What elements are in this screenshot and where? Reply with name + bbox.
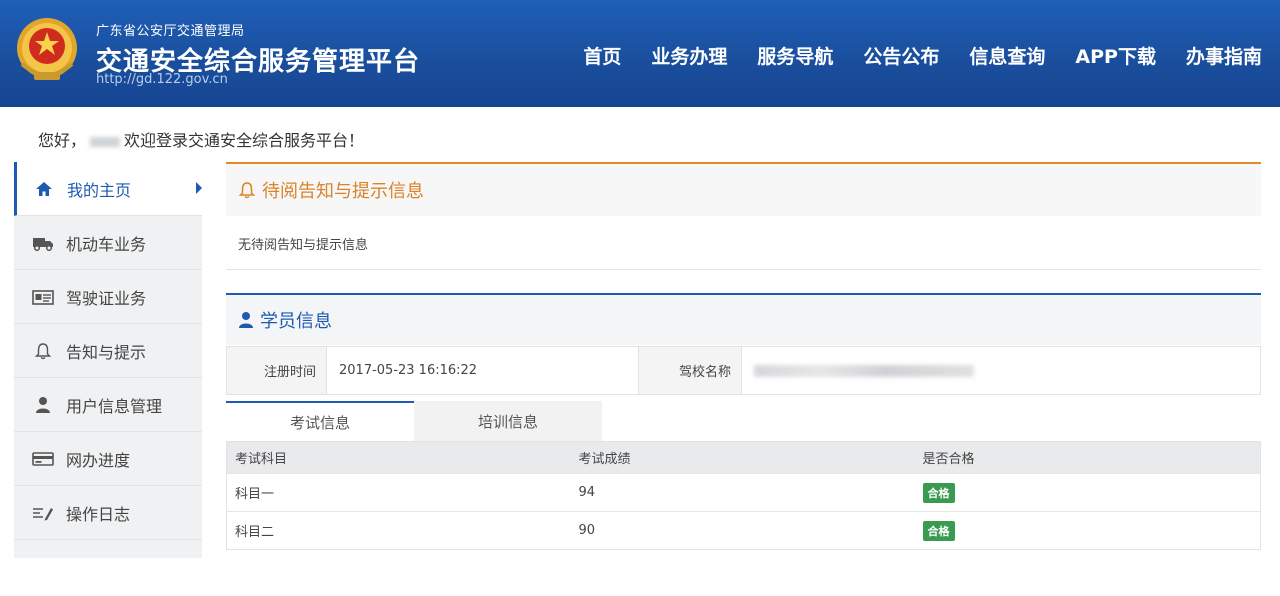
user-icon [239,312,253,328]
home-icon [33,180,55,198]
school-label: 驾校名称 [639,347,742,394]
license-card-icon [32,288,54,306]
reg-time-label: 注册时间 [227,347,327,394]
exam-score: 90 [570,511,915,550]
table-header: 考试成绩 [570,441,915,474]
nav-info-query[interactable]: 信息查询 [969,42,1045,69]
exam-subject: 科目一 [226,473,571,512]
school-value [742,347,1260,394]
pass-badge: 合格 [922,482,955,503]
nav-home[interactable]: 首页 [583,42,621,69]
main-nav: 首页 业务办理 服务导航 公告公布 信息查询 APP下载 办事指南 [553,42,1262,69]
sidebar-item-label: 我的主页 [67,180,132,200]
student-info-panel: 学员信息 注册时间 2017-05-23 16:16:22 驾校名称 考试信息 … [226,293,1261,550]
log-icon [32,504,54,522]
welcome-suffix: 欢迎登录交通安全综合服务平台！ [124,131,365,150]
chevron-right-icon [196,182,202,194]
nav-business[interactable]: 业务办理 [651,42,727,69]
exam-result-cell: 合格 [914,511,1261,550]
notice-panel-body: 无待阅告知与提示信息 [226,216,1261,270]
sidebar-item-progress[interactable]: 网办进度 [14,432,202,486]
tab-exam-info[interactable]: 考试信息 [226,401,414,441]
pass-badge: 合格 [922,520,955,541]
welcome-message: 您好， 欢迎登录交通安全综合服务平台！ [38,127,364,151]
bell-icon [32,342,54,360]
notice-panel: 待阅告知与提示信息 无待阅告知与提示信息 [226,162,1261,270]
sidebar-item-label: 操作日志 [66,504,131,524]
sidebar-item-user-info[interactable]: 用户信息管理 [14,378,202,432]
table-header: 是否合格 [914,441,1261,474]
student-panel-title: 学员信息 [260,311,332,332]
blurred-school-name [754,364,974,377]
student-panel-header: 学员信息 [226,295,1261,345]
site-header: 广东省公安厅交通管理局 交通安全综合服务管理平台 http://gd.122.g… [0,0,1280,107]
sidebar-item-label: 告知与提示 [66,342,147,362]
site-url[interactable]: http://gd.122.gov.cn [96,72,228,87]
table-header-row: 考试科目 考试成绩 是否合格 [226,441,1261,474]
nav-app-download[interactable]: APP下载 [1075,42,1156,69]
exam-subject: 科目二 [226,511,571,550]
sidebar-item-notice[interactable]: 告知与提示 [14,324,202,378]
blurred-username [90,136,121,147]
student-info-row: 注册时间 2017-05-23 16:16:22 驾校名称 [226,346,1261,395]
info-tabs: 考试信息 培训信息 [226,401,602,441]
table-row: 科目一 94 合格 [226,473,1261,512]
nav-announcements[interactable]: 公告公布 [863,42,939,69]
org-name: 广东省公安厅交通管理局 [96,24,245,39]
exam-score: 94 [570,473,915,512]
police-emblem-icon [17,18,77,80]
truck-icon [32,234,54,252]
sidebar-item-license[interactable]: 驾驶证业务 [14,270,202,324]
sidebar: 我的主页 机动车业务 驾驶证业务 告知与提示 用户信息管理 网办进度 操作日志 [14,162,202,558]
user-icon [32,396,54,414]
sidebar-item-label: 用户信息管理 [66,396,163,416]
welcome-prefix: 您好， [38,131,87,150]
table-header: 考试科目 [226,441,571,474]
bell-icon [238,182,256,199]
sidebar-item-log[interactable]: 操作日志 [14,486,202,540]
credit-card-icon [32,450,54,468]
notice-panel-title: 待阅告知与提示信息 [262,181,424,202]
tab-training-info[interactable]: 培训信息 [414,401,602,441]
nav-service-guide[interactable]: 服务导航 [757,42,833,69]
sidebar-item-label: 网办进度 [66,450,131,470]
table-row: 科目二 90 合格 [226,511,1261,550]
sidebar-item-label: 驾驶证业务 [66,288,147,308]
sidebar-item-label: 机动车业务 [66,234,147,254]
exam-table: 考试科目 考试成绩 是否合格 科目一 94 合格 科目二 90 合格 [226,441,1261,550]
sidebar-item-vehicle[interactable]: 机动车业务 [14,216,202,270]
notice-panel-header: 待阅告知与提示信息 [226,164,1261,216]
nav-guide[interactable]: 办事指南 [1186,42,1262,69]
exam-result-cell: 合格 [914,473,1261,512]
reg-time-value: 2017-05-23 16:16:22 [327,347,639,394]
sidebar-item-my-home[interactable]: 我的主页 [14,162,202,216]
